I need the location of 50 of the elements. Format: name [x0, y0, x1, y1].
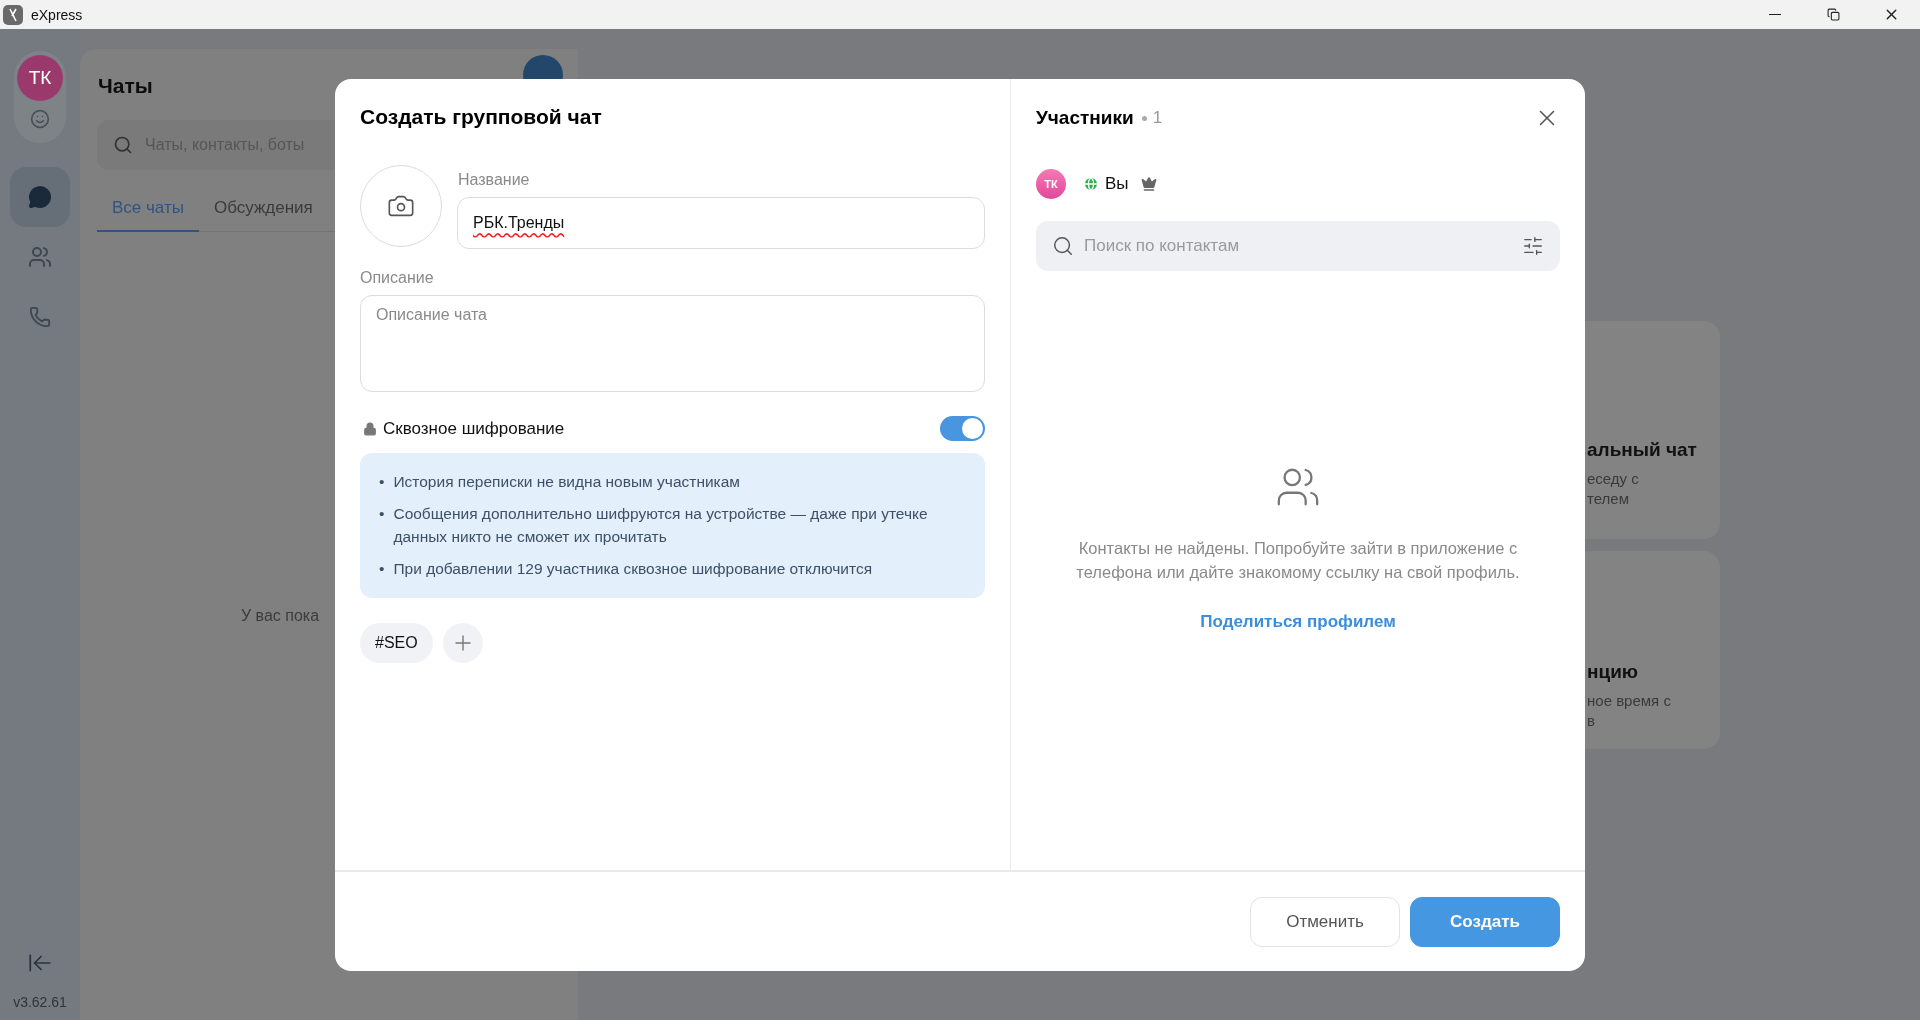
- field-label: Название: [458, 171, 531, 189]
- card-title: альный чат: [1587, 439, 1698, 461]
- name-field[interactable]: РБК.Тренды: [457, 197, 985, 249]
- contact-search-field[interactable]: Поиск по контактам: [1036, 221, 1560, 271]
- phone-icon: [29, 306, 51, 328]
- bullet: •: [379, 559, 385, 579]
- info-note: При добавлении 129 участника сквозное шифрование отключится: [393, 559, 873, 579]
- bullet: •: [379, 472, 385, 492]
- smiley-icon[interactable]: [30, 109, 50, 129]
- separator-dot: [1141, 115, 1147, 121]
- info-note: История переписки не видна новым участникам: [393, 472, 740, 492]
- member-name: Вы: [1105, 174, 1129, 194]
- version-label: v3.62.61: [13, 994, 67, 1010]
- filter-icon[interactable]: [1522, 235, 1544, 257]
- card-text: еседу с: [1587, 469, 1640, 489]
- window-title: eXpress: [31, 6, 83, 23]
- chat-tab[interactable]: Обсуждения: [198, 198, 328, 232]
- add-tag-button[interactable]: [442, 623, 483, 663]
- search-placeholder: Поиск по контактам: [1084, 236, 1241, 256]
- create-button[interactable]: Создать: [1410, 896, 1560, 947]
- tag-chip[interactable]: #SEO: [360, 623, 433, 663]
- empty-chats-text: У вас пока: [241, 607, 321, 625]
- chat-bubble-icon: [28, 185, 52, 209]
- card-text: ное время с: [1587, 691, 1672, 711]
- contacts-icon: [28, 245, 52, 269]
- card-text: телем: [1587, 489, 1630, 509]
- empty-contacts-text: Контакты не найдены. Попробуйте зайти в приложение с телефона или дайте знакомому ссылку на свой профиль.: [1075, 538, 1521, 583]
- participant-count: 1: [1152, 108, 1163, 128]
- app-logo-icon: [3, 4, 23, 25]
- restore-icon: [1826, 8, 1840, 21]
- user-avatar[interactable]: ТК: [17, 55, 63, 101]
- search-icon: [1052, 235, 1074, 257]
- search-icon: [113, 135, 133, 155]
- info-note: Сообщения дополнительно шифруются на устройстве — даже при утечке данных никто не сможет их прочитать: [393, 504, 929, 547]
- encryption-toggle[interactable]: [940, 416, 985, 441]
- field-label: Описание: [360, 269, 435, 287]
- description-field[interactable]: Описание чата: [360, 295, 985, 392]
- bullet: •: [379, 504, 385, 524]
- panel-title: Чаты: [98, 74, 154, 98]
- rail-tab[interactable]: [10, 167, 70, 227]
- card-title: нцию: [1587, 661, 1640, 683]
- card-text: в: [1587, 711, 1596, 731]
- chat-tab[interactable]: Все чаты: [97, 198, 199, 232]
- participants-title: Участники: [1036, 107, 1134, 129]
- cancel-button[interactable]: Отменить: [1250, 896, 1400, 947]
- share-profile-link[interactable]: Поделиться профилем: [1200, 612, 1396, 632]
- lock-icon: [363, 421, 377, 436]
- encryption-label: Сквозное шифрование: [383, 418, 565, 439]
- member-avatar: ТК: [1036, 169, 1066, 199]
- minimize-icon: [1769, 14, 1781, 15]
